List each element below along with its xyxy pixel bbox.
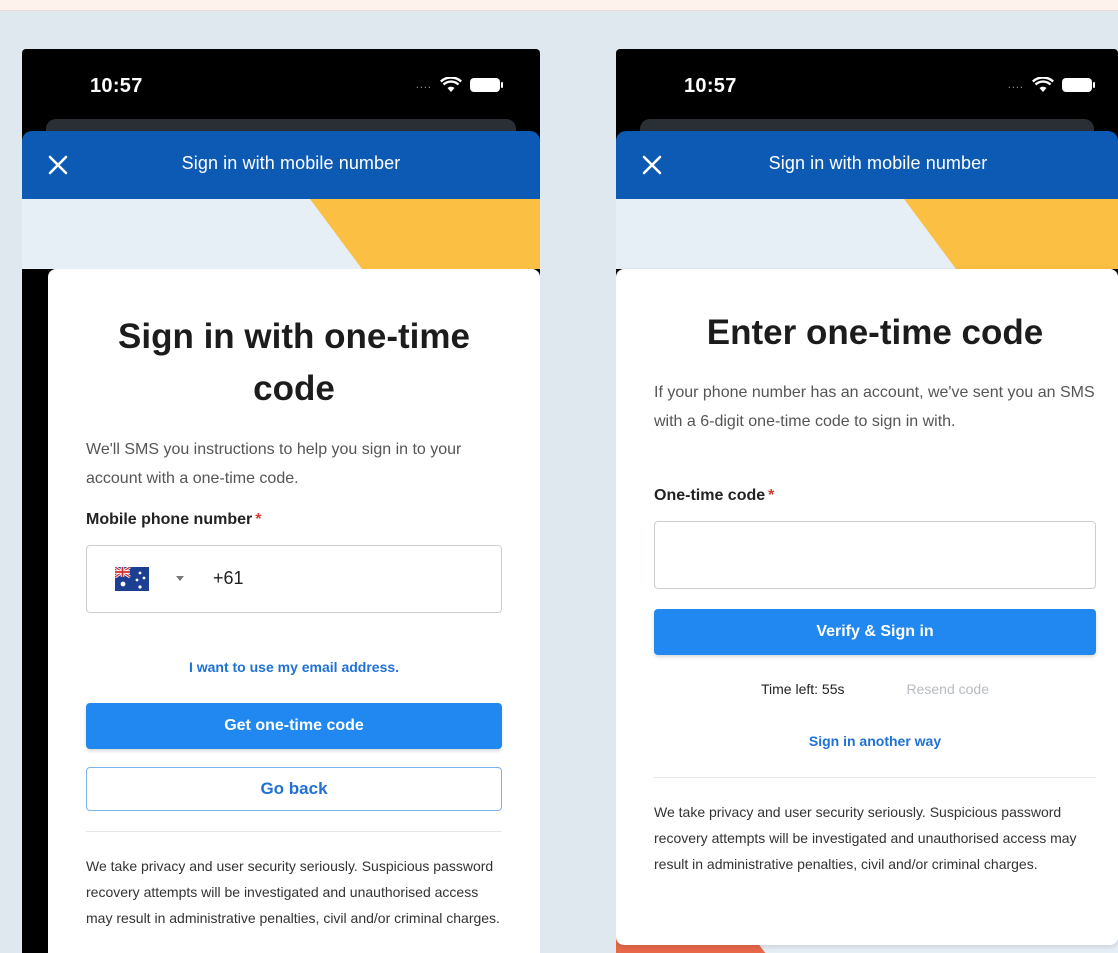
decorative-banner xyxy=(616,199,1118,269)
privacy-notice: We take privacy and user security seriou… xyxy=(86,858,500,926)
phone-field-label: Mobile phone number * xyxy=(86,511,262,528)
status-time: 10:57 xyxy=(90,75,143,97)
australia-flag-icon[interactable] xyxy=(115,567,149,591)
description: If your phone number has an account, we'… xyxy=(654,384,1095,430)
screenshot-stage: 10:57 .... Sign in with mobile number Si… xyxy=(0,10,1118,953)
verify-code-card: Enter one-time code If your phone number… xyxy=(616,269,1118,945)
wifi-icon xyxy=(440,77,462,92)
wifi-icon xyxy=(1032,77,1054,92)
privacy-notice: We take privacy and user security seriou… xyxy=(654,804,1077,872)
status-time: 10:57 xyxy=(684,75,737,97)
status-bar: 10:57 .... xyxy=(22,49,540,129)
signal-icon: .... xyxy=(415,79,432,91)
signal-icon: .... xyxy=(1007,79,1024,91)
get-code-button[interactable]: Get one-time code xyxy=(86,703,502,749)
one-time-code-input[interactable] xyxy=(654,521,1096,589)
sign-in-another-way-link[interactable]: Sign in another way xyxy=(654,733,1096,749)
status-bar: 10:57 .... xyxy=(616,49,1118,129)
required-marker: * xyxy=(255,511,262,528)
status-icons: .... xyxy=(1007,77,1095,93)
use-email-link[interactable]: I want to use my email address. xyxy=(86,659,502,675)
page-title: Enter one-time code xyxy=(706,313,1044,352)
battery-icon xyxy=(1062,78,1095,92)
resend-code-link[interactable]: Resend code xyxy=(907,681,990,697)
sign-in-card: Sign in with one-time code We'll SMS you… xyxy=(48,269,540,953)
go-back-button[interactable]: Go back xyxy=(86,767,502,811)
page-title: Sign in with one-time code xyxy=(118,317,470,408)
banner-shape xyxy=(904,199,1118,269)
code-field-label: One-time code * xyxy=(654,487,775,504)
phone-screen-right: 10:57 .... Sign in with mobile number En… xyxy=(616,49,1118,953)
divider xyxy=(654,777,1096,778)
app-bar-title: Sign in with mobile number xyxy=(768,153,988,173)
divider xyxy=(86,831,502,832)
phone-screen-left: 10:57 .... Sign in with mobile number Si… xyxy=(22,49,540,953)
app-bar: Sign in with mobile number xyxy=(616,131,1118,199)
app-bar: Sign in with mobile number xyxy=(22,131,540,199)
dial-code[interactable]: +61 xyxy=(213,568,244,589)
status-icons: .... xyxy=(415,77,503,93)
verify-sign-in-button[interactable]: Verify & Sign in xyxy=(654,609,1096,655)
timer-row: Time left: 55s Resend code xyxy=(654,681,1096,697)
app-bar-title: Sign in with mobile number xyxy=(181,153,401,173)
banner-shape xyxy=(310,199,540,269)
chevron-down-icon[interactable] xyxy=(176,576,184,581)
decorative-banner xyxy=(22,199,540,269)
countdown-timer: Time left: 55s xyxy=(760,681,845,697)
required-marker: * xyxy=(768,487,775,504)
battery-icon xyxy=(470,78,503,92)
description: We'll SMS you instructions to help you s… xyxy=(86,441,462,487)
phone-number-input[interactable]: +61 xyxy=(86,545,502,613)
